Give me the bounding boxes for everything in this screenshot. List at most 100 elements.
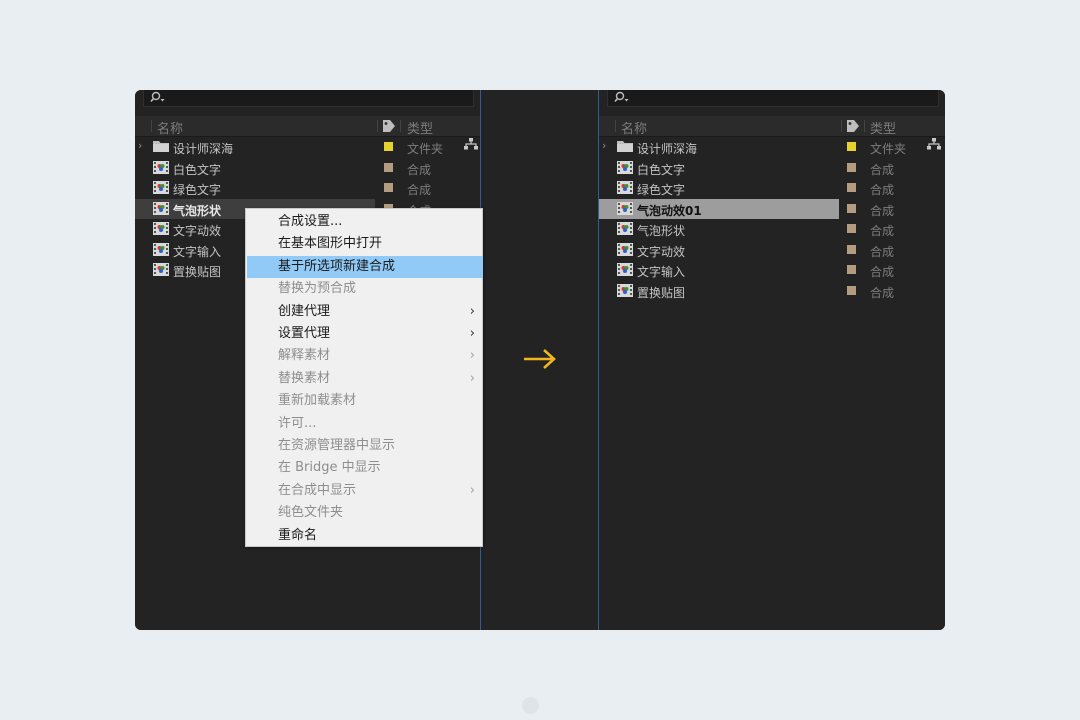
- composition-icon: [617, 181, 633, 194]
- composition-icon: [617, 201, 633, 215]
- search-field[interactable]: [607, 90, 939, 107]
- item-name: 气泡动效01: [637, 203, 702, 218]
- menu-item[interactable]: 解释素材 ›: [247, 345, 483, 367]
- item-type: 文件夹: [407, 142, 444, 156]
- menu-item-label: 设置代理: [278, 326, 331, 341]
- composition-row[interactable]: 绿色文字 合成: [135, 178, 480, 198]
- menu-item-label: 纯色文件夹: [278, 505, 344, 521]
- label-color-swatch[interactable]: [847, 142, 856, 151]
- label-color-swatch[interactable]: [847, 183, 856, 192]
- composition-row[interactable]: 气泡动效01 合成: [599, 198, 945, 219]
- menu-item[interactable]: 重命名: [247, 525, 483, 547]
- menu-item[interactable]: 合成设置...: [247, 211, 483, 233]
- item-name: 设计师深海: [173, 142, 234, 156]
- composition-row[interactable]: 白色文字 合成: [135, 158, 480, 178]
- folder-row[interactable]: › 设计师深海 文件夹: [135, 137, 480, 157]
- name-column-header[interactable]: 名称: [621, 118, 647, 137]
- menu-item[interactable]: 重新加载素材: [247, 390, 483, 412]
- search-field[interactable]: [143, 90, 474, 107]
- folder-icon: [153, 141, 169, 152]
- label-color-swatch[interactable]: [384, 142, 393, 151]
- label-color-swatch[interactable]: [847, 203, 856, 213]
- menu-item-label: 在资源管理器中显示: [278, 438, 396, 453]
- tag-icon[interactable]: [382, 119, 396, 133]
- arrow-right-icon: [524, 349, 556, 369]
- search-icon: [614, 91, 629, 103]
- menu-item[interactable]: 替换素材 ›: [247, 368, 483, 390]
- menu-item[interactable]: 许可...: [247, 413, 483, 435]
- item-name: 气泡形状: [173, 203, 222, 218]
- composition-icon: [617, 222, 633, 235]
- menu-item-label: 在 Bridge 中显示: [278, 460, 381, 476]
- item-name: 气泡形状: [637, 224, 686, 238]
- label-color-swatch[interactable]: [847, 224, 856, 233]
- item-type: 合成: [407, 183, 432, 197]
- project-panel-after: 名称 类型 › 设计师深海 文件夹 白色文字 合成 绿色文字 合成 气泡动效01 合成 气泡形状合…: [599, 90, 945, 630]
- tag-icon[interactable]: [846, 119, 860, 133]
- chevron-right-icon: ›: [469, 348, 475, 364]
- label-color-swatch[interactable]: [384, 162, 393, 172]
- composition-row[interactable]: 白色文字 合成: [599, 157, 945, 178]
- item-name: 置换贴图: [637, 285, 686, 300]
- composition-icon: [617, 263, 633, 276]
- label-color-swatch[interactable]: [847, 265, 856, 274]
- item-type: 合成: [870, 183, 895, 197]
- menu-item[interactable]: 在合成中显示 ›: [247, 480, 483, 502]
- type-column-header[interactable]: 类型: [407, 118, 433, 137]
- chevron-right-icon: ›: [469, 303, 475, 319]
- composition-row[interactable]: 文字动效 合成: [599, 239, 945, 260]
- composition-icon: [153, 222, 169, 235]
- label-color-swatch[interactable]: [384, 183, 393, 192]
- folder-icon: [617, 141, 633, 152]
- composition-icon: [617, 242, 633, 256]
- composition-row[interactable]: 绿色文字 合成: [599, 178, 945, 198]
- item-type: 合成: [870, 203, 895, 218]
- expand-chevron-icon[interactable]: ›: [138, 139, 142, 152]
- menu-item[interactable]: 基于所选项新建合成: [247, 255, 483, 278]
- menu-item-label: 替换素材: [278, 370, 331, 386]
- item-name: 设计师深海: [637, 142, 698, 156]
- watermark-logo: [522, 697, 539, 714]
- composition-icon: [153, 201, 169, 215]
- menu-item[interactable]: 创建代理 ›: [247, 301, 483, 323]
- expand-chevron-icon[interactable]: ›: [602, 139, 606, 152]
- composition-icon: [153, 263, 169, 276]
- menu-item[interactable]: 纯色文件夹: [247, 502, 483, 524]
- menu-item-label: 重命名: [278, 527, 318, 543]
- menu-item[interactable]: 设置代理 ›: [247, 323, 483, 345]
- item-name: 白色文字: [637, 162, 686, 177]
- composition-icon: [153, 181, 169, 194]
- item-type: 文件夹: [870, 142, 907, 156]
- chevron-right-icon: ›: [469, 326, 475, 341]
- composition-row[interactable]: 气泡形状 合成: [599, 219, 945, 239]
- menu-item[interactable]: 在基本图形中打开: [247, 233, 483, 255]
- label-color-swatch[interactable]: [847, 162, 856, 172]
- menu-item[interactable]: 在 Bridge 中显示: [247, 457, 483, 479]
- item-type: 合成: [870, 224, 895, 238]
- composition-row[interactable]: 置换贴图 合成: [599, 280, 945, 301]
- menu-item-label: 替换为预合成: [278, 281, 357, 297]
- composition-icon: [153, 160, 169, 174]
- search-icon: [150, 91, 165, 103]
- name-column-header[interactable]: 名称: [157, 118, 183, 137]
- item-name: 白色文字: [173, 162, 222, 177]
- menu-item[interactable]: 替换为预合成: [247, 278, 483, 300]
- type-column-header[interactable]: 类型: [870, 118, 896, 137]
- item-type: 合成: [870, 162, 895, 177]
- folder-row[interactable]: › 设计师深海 文件夹: [599, 137, 945, 157]
- item-type: 合成: [870, 265, 895, 279]
- column-header: 名称 类型: [135, 116, 480, 137]
- composition-icon: [153, 242, 169, 256]
- menu-item-label: 合成设置...: [278, 214, 343, 229]
- label-color-swatch[interactable]: [847, 244, 856, 254]
- menu-item-label: 在合成中显示: [278, 482, 357, 498]
- chevron-right-icon: ›: [469, 370, 475, 386]
- menu-item-label: 许可...: [278, 415, 317, 431]
- composition-row[interactable]: 文字输入 合成: [599, 260, 945, 280]
- composition-icon: [617, 160, 633, 174]
- chevron-right-icon: ›: [469, 482, 475, 498]
- label-color-swatch[interactable]: [847, 285, 856, 295]
- menu-item[interactable]: 在资源管理器中显示: [247, 435, 483, 457]
- item-name: 文字输入: [637, 265, 686, 279]
- item-name: 文字输入: [173, 244, 222, 259]
